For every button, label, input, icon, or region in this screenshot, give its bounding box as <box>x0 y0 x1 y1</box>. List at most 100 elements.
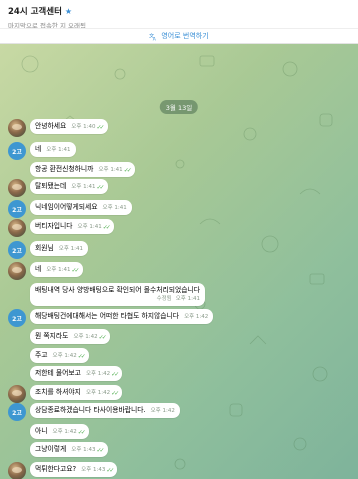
read-check-icon: ✓✓ <box>77 429 86 436</box>
agent-avatar[interactable]: 2고 <box>8 403 26 421</box>
read-check-icon: ✓✓ <box>71 267 80 274</box>
verified-star-icon: ★ <box>64 6 73 16</box>
message-text: 회원님 <box>35 244 54 252</box>
message-meta: 오후 1:41 ✓✓ <box>46 267 80 274</box>
agent-avatar[interactable]: 2고 <box>8 142 26 160</box>
message-text: 뭔 쪽지라도 <box>35 332 69 340</box>
agent-avatar[interactable]: 2고 <box>8 200 26 218</box>
message-meta: 오후 1:42 ✓✓ <box>86 371 119 378</box>
message-text: 조치를 하셔야지 <box>35 388 81 396</box>
read-check-icon: ✓✓ <box>96 447 105 454</box>
message-text: 안녕하세요 <box>35 122 67 130</box>
message-bubble[interactable]: 저한테 물어보고 오후 1:42 ✓✓ <box>30 366 123 381</box>
read-check-icon: ✓✓ <box>102 224 111 231</box>
message-text: 먹튀한다고요? <box>35 465 77 473</box>
chat-header[interactable]: 24시 고객센터 ★ 마지막으로 접속한 지 오래됨 <box>0 0 358 30</box>
message-row: 그냥이렇게 오후 1:43 ✓✓ <box>8 442 108 457</box>
message-time: 오후 1:41 <box>77 224 102 230</box>
read-check-icon: ✓✓ <box>96 124 105 131</box>
message-text: 아니 <box>35 427 48 435</box>
message-time: 오후 1:41 <box>175 296 200 302</box>
user-avatar[interactable] <box>8 385 26 403</box>
message-bubble[interactable]: 그냥이렇게 오후 1:43 ✓✓ <box>30 442 108 457</box>
message-row: 버티자입니다 오후 1:41 ✓✓ <box>8 219 114 237</box>
message-meta: 오후 1:42 ✓✓ <box>52 429 86 436</box>
message-bubble[interactable]: 아니 오후 1:42 ✓✓ <box>30 424 89 439</box>
message-row: 2고 닉네임이어떻게되세요 오후 1:41 <box>8 200 132 218</box>
read-check-icon: ✓✓ <box>77 353 86 360</box>
message-row: 저한테 물어보고 오후 1:42 ✓✓ <box>8 366 123 381</box>
message-text: 주고 <box>35 351 48 359</box>
agent-avatar[interactable]: 2고 <box>8 241 26 259</box>
read-check-icon: ✓✓ <box>123 167 132 174</box>
message-time: 오후 1:41 <box>46 147 71 153</box>
user-avatar[interactable] <box>8 119 26 137</box>
message-text: 네 <box>35 145 42 153</box>
read-check-icon: ✓✓ <box>111 371 119 378</box>
message-text: 해당배팅건에대해서는 어떠한 타협도 하지않습니다 <box>35 312 180 320</box>
message-time: 오후 1:42 <box>150 408 175 414</box>
message-time: 오후 1:41 <box>58 246 83 252</box>
message-meta: 오후 1:41 <box>59 246 83 253</box>
message-row: 2고 회원님 오후 1:41 <box>8 241 88 259</box>
translate-button[interactable]: 文 A 영어로 번역하기 <box>0 28 358 44</box>
translate-icon: 文 A <box>149 32 157 41</box>
read-check-icon: ✓✓ <box>106 467 114 474</box>
svg-text:A: A <box>153 36 157 40</box>
message-time: 오후 1:42 <box>52 429 77 435</box>
message-row: 안녕하세요 오후 1:40 ✓✓ <box>8 119 108 137</box>
message-text: 닉네임이어떻게되세요 <box>35 203 98 211</box>
message-bubble[interactable]: 해당배팅건에대해서는 어떠한 타협도 하지않습니다 오후 1:42 <box>30 309 214 324</box>
message-time: 오후 1:42 <box>52 353 77 359</box>
message-row: 배팅내역 당사 양방배팅으로 확인되어 몰수처리되었습니다 수정됨 오후 1:41 <box>8 283 205 306</box>
message-text: 네 <box>35 265 42 273</box>
user-avatar[interactable] <box>8 462 26 479</box>
agent-avatar[interactable]: 2고 <box>8 309 26 327</box>
read-check-icon: ✓✓ <box>96 184 105 191</box>
message-time: 오후 1:42 <box>85 390 111 396</box>
message-time: 오후 1:40 <box>71 124 96 130</box>
message-meta: 오후 1:42 ✓✓ <box>73 334 106 341</box>
message-meta: 오후 1:42 ✓✓ <box>85 390 119 397</box>
message-bubble[interactable]: 항공 환전신청하니까 오후 1:41 ✓✓ <box>30 162 135 177</box>
message-bubble[interactable]: 버티자입니다 오후 1:41 ✓✓ <box>30 219 114 234</box>
edited-label: 수정됨 <box>156 296 172 302</box>
message-text: 저한테 물어보고 <box>35 369 81 377</box>
user-avatar[interactable] <box>8 179 26 197</box>
message-row: 뭔 쪽지라도 오후 1:42 ✓✓ <box>8 329 110 344</box>
message-bubble[interactable]: 탈퇴됐는데 오후 1:41 ✓✓ <box>30 179 108 194</box>
message-time: 오후 1:41 <box>102 205 127 211</box>
message-row: 2고 해당배팅건에대해서는 어떠한 타협도 하지않습니다 오후 1:42 <box>8 309 214 327</box>
message-time: 오후 1:43 <box>81 467 106 473</box>
message-meta: 오후 1:41 ✓✓ <box>71 184 105 191</box>
message-bubble[interactable]: 상담종료하겠습니다 타사이용바랍니다. 오후 1:42 <box>30 403 180 418</box>
message-time: 오후 1:42 <box>184 314 209 320</box>
message-bubble[interactable]: 안녕하세요 오후 1:40 ✓✓ <box>30 119 108 134</box>
message-meta: 오후 1:42 <box>151 408 175 415</box>
message-time: 오후 1:41 <box>98 167 123 173</box>
message-row: 아니 오후 1:42 ✓✓ <box>8 424 89 439</box>
date-separator: 3월 13일 <box>159 100 199 114</box>
message-bubble[interactable]: 뭔 쪽지라도 오후 1:42 ✓✓ <box>30 329 110 344</box>
message-bubble[interactable]: 회원님 오후 1:41 <box>30 241 88 256</box>
message-bubble[interactable]: 닉네임이어떻게되세요 오후 1:41 <box>30 200 132 215</box>
translate-label: 영어로 번역하기 <box>161 32 209 40</box>
message-meta: 오후 1:42 ✓✓ <box>52 353 86 360</box>
message-bubble[interactable]: 네 오후 1:41 <box>30 142 76 157</box>
message-meta: 오후 1:41 <box>46 147 70 154</box>
message-meta: 오후 1:43 ✓✓ <box>71 447 105 454</box>
message-bubble[interactable]: 주고 오후 1:42 ✓✓ <box>30 348 89 363</box>
message-bubble[interactable]: 네 오후 1:41 ✓✓ <box>30 262 83 277</box>
message-row: 항공 환전신청하니까 오후 1:41 ✓✓ <box>8 162 135 177</box>
message-meta: 오후 1:42 <box>184 314 208 321</box>
message-text: 버티자입니다 <box>35 222 73 230</box>
message-row: 조치를 하셔야지 오후 1:42 ✓✓ <box>8 385 123 403</box>
chat-area[interactable]: 3월 13일 안녕하세요 오후 1:40 ✓✓ 2고 네 오후 1:41 항공 환전신청하니… <box>0 44 358 479</box>
message-bubble[interactable]: 조치를 하셔야지 오후 1:42 ✓✓ <box>30 385 123 400</box>
message-row: 주고 오후 1:42 ✓✓ <box>8 348 89 363</box>
user-avatar[interactable] <box>8 219 26 237</box>
message-time: 오후 1:43 <box>71 447 96 453</box>
message-bubble[interactable]: 먹튀한다고요? 오후 1:43 ✓✓ <box>30 462 118 477</box>
user-avatar[interactable] <box>8 262 26 280</box>
message-bubble[interactable]: 배팅내역 당사 양방배팅으로 확인되어 몰수처리되었습니다 수정됨 오후 1:41 <box>30 283 205 306</box>
